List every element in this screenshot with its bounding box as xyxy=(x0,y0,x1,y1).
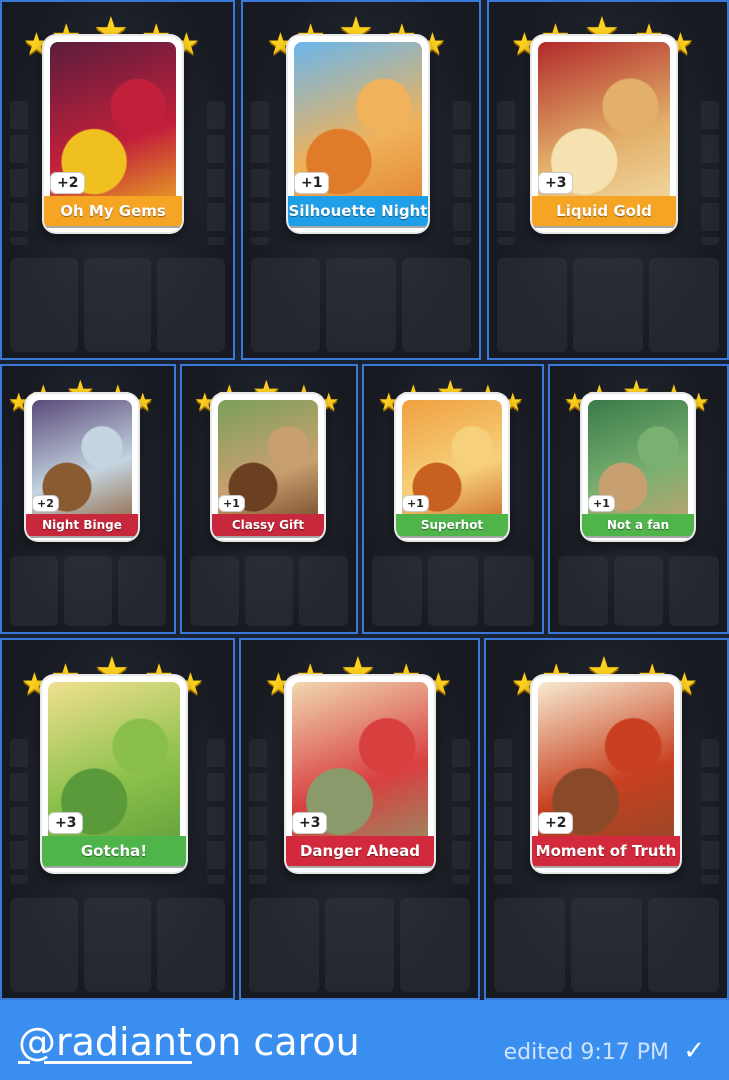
count-badge: +1 xyxy=(294,172,330,194)
mention-link[interactable]: @radiant xyxy=(18,1020,192,1064)
card-frame: Gotcha! +3 xyxy=(42,676,186,872)
card-title-ribbon: Not a fan xyxy=(582,514,694,536)
sticker-card[interactable]: ★★★★★Night Binge+2 xyxy=(8,376,154,546)
sticker-card[interactable]: ★★★★★Liquid Gold+3 xyxy=(511,12,694,240)
sticker-card[interactable]: ★★★★★Classy Gift+1 xyxy=(194,376,340,546)
card-title-ribbon: Night Binge xyxy=(26,514,138,536)
message-bar: @radiant on carou edited 9:17 PM ✓ xyxy=(0,1000,729,1080)
count-badge: +3 xyxy=(538,172,574,194)
sticker-card[interactable]: ★★★★★Moment of Truth+2 xyxy=(511,652,698,880)
sticker-card[interactable]: ★★★★★Not a fan+1 xyxy=(564,376,710,546)
count-badge: +2 xyxy=(538,812,574,834)
count-badge: +1 xyxy=(402,495,429,512)
count-badge: +2 xyxy=(32,495,59,512)
sticker-card[interactable]: ★★★★★Danger Ahead+3 xyxy=(265,652,452,880)
count-badge: +1 xyxy=(588,495,615,512)
card-frame: Liquid Gold +3 xyxy=(532,36,676,232)
sticker-card[interactable]: ★★★★★Silhouette Night+1 xyxy=(267,12,446,240)
card-title-ribbon: Gotcha! xyxy=(42,836,186,866)
sticker-card[interactable]: ★★★★★Gotcha!+3 xyxy=(21,652,204,880)
card-title-ribbon: Danger Ahead xyxy=(286,836,434,866)
card-frame: Moment of Truth +2 xyxy=(532,676,680,872)
sticker-card[interactable]: ★★★★★Superhot+1 xyxy=(378,376,524,546)
card-frame: Superhot +1 xyxy=(396,394,508,540)
card-title-ribbon: Silhouette Night xyxy=(288,196,428,226)
count-badge: +1 xyxy=(218,495,245,512)
card-frame: Silhouette Night +1 xyxy=(288,36,428,232)
card-title-ribbon: Classy Gift xyxy=(212,514,324,536)
count-badge: +3 xyxy=(48,812,84,834)
card-title-ribbon: Superhot xyxy=(396,514,508,536)
count-badge: +3 xyxy=(292,812,328,834)
card-title-ribbon: Moment of Truth xyxy=(532,836,680,866)
card-frame: Danger Ahead +3 xyxy=(286,676,434,872)
count-badge: +2 xyxy=(50,172,86,194)
message-text: on carou xyxy=(194,1020,360,1064)
card-frame: Night Binge +2 xyxy=(26,394,138,540)
card-title-ribbon: Oh My Gems xyxy=(44,196,182,226)
read-check-icon: ✓ xyxy=(683,1036,705,1066)
card-title-ribbon: Liquid Gold xyxy=(532,196,676,226)
edited-timestamp: edited 9:17 PM xyxy=(503,1040,669,1065)
card-frame: Oh My Gems +2 xyxy=(44,36,182,232)
card-frame: Classy Gift +1 xyxy=(212,394,324,540)
sticker-card[interactable]: ★★★★★Oh My Gems+2 xyxy=(23,12,200,240)
card-frame: Not a fan +1 xyxy=(582,394,694,540)
